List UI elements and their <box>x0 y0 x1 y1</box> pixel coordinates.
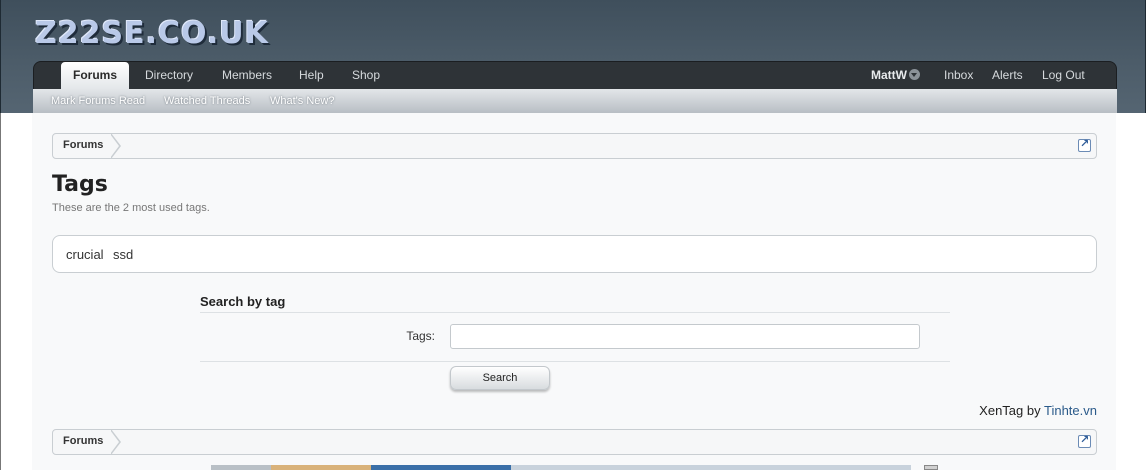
tinhte-link[interactable]: Tinhte.vn <box>1044 403 1097 418</box>
site-header: Z22SE.CO.UK Forums Directory Members Hel… <box>0 0 1146 113</box>
breadcrumb-forums[interactable]: Forums <box>53 430 113 454</box>
breadcrumb-top: Forums <box>52 133 1097 159</box>
breadcrumb-arrow-icon <box>110 133 121 159</box>
tag-cloud: crucial ssd <box>52 235 1097 273</box>
main-navbar: Forums Directory Members Help Shop MattW… <box>33 61 1117 90</box>
ad-banner[interactable] <box>211 465 911 470</box>
tab-help[interactable]: Help <box>299 62 324 90</box>
inbox-link[interactable]: Inbox <box>944 62 973 90</box>
logout-link[interactable]: Log Out <box>1042 62 1085 90</box>
tag-link[interactable]: crucial <box>66 247 104 262</box>
whats-new-link[interactable]: What's New? <box>270 89 334 113</box>
tab-members[interactable]: Members <box>222 62 272 90</box>
page-edge <box>0 113 32 470</box>
tab-shop[interactable]: Shop <box>352 62 380 90</box>
site-logo[interactable]: Z22SE.CO.UK <box>35 16 269 51</box>
breadcrumb-arrow-icon <box>110 429 121 455</box>
content-area <box>32 113 1116 470</box>
sub-navbar: Mark Forums Read Watched Threads What's … <box>33 89 1117 113</box>
watched-threads-link[interactable]: Watched Threads <box>164 89 250 113</box>
xentag-credit: XenTag by Tinhte.vn <box>979 403 1097 418</box>
close-icon[interactable] <box>924 465 938 470</box>
username: MattW <box>871 68 907 82</box>
search-button[interactable]: Search <box>450 366 550 390</box>
tag-link[interactable]: ssd <box>113 247 133 262</box>
mark-forums-read-link[interactable]: Mark Forums Read <box>51 89 145 113</box>
alerts-link[interactable]: Alerts <box>992 62 1023 90</box>
divider <box>200 361 950 362</box>
jump-icon[interactable] <box>1078 433 1091 448</box>
divider <box>200 312 950 313</box>
tab-directory[interactable]: Directory <box>145 62 193 90</box>
page-title: Tags <box>52 172 108 197</box>
tags-input[interactable] <box>450 324 920 349</box>
page-description: These are the 2 most used tags. <box>52 202 210 214</box>
jump-icon[interactable] <box>1078 137 1091 152</box>
tab-forums[interactable]: Forums <box>61 62 129 90</box>
breadcrumb-forums[interactable]: Forums <box>53 134 113 158</box>
tags-label: Tags: <box>406 329 435 343</box>
chevron-down-icon <box>909 69 920 80</box>
credit-prefix: XenTag by <box>979 403 1041 418</box>
search-heading: Search by tag <box>200 294 286 309</box>
breadcrumb-bottom: Forums <box>52 429 1097 455</box>
user-menu[interactable]: MattW <box>871 62 920 90</box>
